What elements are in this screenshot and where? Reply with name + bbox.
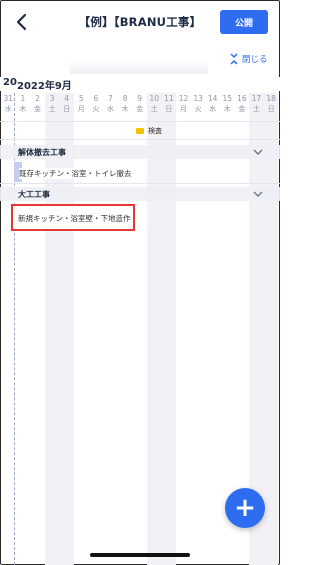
day-column-header: 1木 bbox=[16, 93, 31, 115]
day-column-header: 4日 bbox=[59, 93, 74, 115]
day-number: 4 bbox=[64, 94, 70, 103]
publish-button[interactable]: 公開 bbox=[220, 10, 268, 34]
day-number: 9 bbox=[137, 94, 143, 103]
divider bbox=[0, 183, 280, 184]
weekday-label: 木 bbox=[19, 105, 27, 113]
day-number: 15 bbox=[222, 94, 233, 103]
weekday-label: 木 bbox=[121, 105, 129, 113]
section-label: 解体撤去工事 bbox=[18, 148, 66, 157]
day-number: 1 bbox=[20, 94, 26, 103]
weekend-column bbox=[44, 93, 60, 565]
day-column-header: 10 土 bbox=[147, 93, 162, 115]
weekend-column bbox=[59, 93, 74, 565]
section-header-demolition[interactable]: 解体撤去工事 bbox=[0, 145, 280, 159]
weekday-label: 土 bbox=[48, 105, 56, 113]
day-column-header: 3土 bbox=[45, 93, 60, 115]
page-title: 【例】【BRANU工事】 bbox=[78, 15, 202, 29]
day-column-header: 12 月 bbox=[176, 93, 191, 115]
weekday-label: 日 bbox=[267, 105, 275, 113]
section-header-carpentry[interactable]: 大工工事 bbox=[0, 187, 280, 201]
day-column-header: 6火 bbox=[89, 93, 104, 115]
day-column-header: 16 金 bbox=[235, 93, 250, 115]
day-header-row: 31 水 1 木 2 金 3 土 4 日 5 月 6 火 7 水 8 木 9 金 10 土 11 日 12 月 13 火 14 水 15 木 1… bbox=[0, 93, 280, 121]
weekday-label: 水 bbox=[209, 105, 217, 113]
task-label[interactable]: 既存キッチン・浴室・トイレ撤去 bbox=[19, 168, 132, 179]
day-column-header: 18 日 bbox=[264, 93, 279, 115]
day-number: 8 bbox=[122, 94, 128, 103]
day-column-header: 15 木 bbox=[220, 93, 235, 115]
day-number: 7 bbox=[108, 94, 113, 103]
day-number: 2 bbox=[35, 94, 40, 103]
collapse-label: 閉じる bbox=[242, 55, 268, 65]
day-number: 11 bbox=[164, 94, 174, 103]
weekday-label: 月 bbox=[179, 105, 187, 113]
day-number: 12 bbox=[178, 94, 189, 103]
weekday-label: 火 bbox=[194, 105, 202, 113]
collapse-button[interactable]: 閉じる bbox=[229, 51, 268, 67]
add-fab-button[interactable]: + bbox=[225, 488, 265, 528]
back-arrow-icon[interactable] bbox=[14, 12, 30, 32]
day-column-header: 11 日 bbox=[162, 93, 177, 115]
weekday-label: 金 bbox=[238, 105, 246, 113]
header-shadow bbox=[70, 60, 208, 74]
day-number: 10 bbox=[149, 94, 160, 103]
milestone[interactable]: 検査 bbox=[136, 126, 162, 136]
milestone-label: 検査 bbox=[148, 127, 162, 135]
highlighted-task[interactable]: 新規キッチン・浴室壁・下地造作 bbox=[11, 204, 135, 231]
month-header: 20 2022年9月 bbox=[0, 77, 280, 92]
weekday-label: 月 bbox=[77, 105, 85, 113]
weekday-label: 水 bbox=[106, 105, 114, 113]
weekend-column bbox=[263, 93, 279, 565]
task-label: 新規キッチン・浴室壁・下地造作 bbox=[18, 214, 131, 223]
day-column-header: 9金 bbox=[132, 93, 147, 115]
day-column-header: 5月 bbox=[74, 93, 89, 115]
weekend-column bbox=[147, 93, 162, 565]
weekday-label: 木 bbox=[223, 105, 231, 113]
day-column-header: 17 土 bbox=[249, 93, 264, 115]
day-number: 16 bbox=[237, 94, 247, 103]
day-number: 18 bbox=[266, 94, 276, 103]
day-column-header: 8木 bbox=[118, 93, 133, 115]
home-indicator bbox=[90, 553, 190, 557]
section-label: 大工工事 bbox=[18, 190, 50, 199]
weekday-label: 日 bbox=[165, 105, 173, 113]
day-column-header: 13 火 bbox=[191, 93, 206, 115]
day-column-header: 7水 bbox=[103, 93, 118, 115]
prev-month-label: 20 bbox=[3, 77, 17, 88]
weekday-label: 日 bbox=[63, 105, 71, 113]
divider bbox=[0, 121, 280, 122]
day-number: 13 bbox=[193, 94, 203, 103]
month-label: 2022年9月 bbox=[17, 81, 72, 92]
weekday-label: 金 bbox=[136, 105, 144, 113]
day-column-header: 2金 bbox=[30, 93, 45, 115]
chevron-down-icon[interactable] bbox=[252, 189, 264, 199]
day-number: 14 bbox=[207, 94, 218, 103]
day-number: 17 bbox=[251, 94, 262, 103]
weekday-label: 土 bbox=[252, 105, 260, 113]
weekend-column bbox=[161, 93, 177, 565]
day-number: 3 bbox=[49, 94, 55, 103]
collapse-icon bbox=[230, 53, 238, 65]
day-column-header: 14 水 bbox=[205, 93, 220, 115]
weekday-label: 火 bbox=[92, 105, 100, 113]
weekday-label: 土 bbox=[150, 105, 158, 113]
divider bbox=[0, 139, 280, 140]
weekday-label: 金 bbox=[33, 105, 41, 113]
chevron-down-icon[interactable] bbox=[252, 147, 264, 157]
day-number: 5 bbox=[78, 94, 84, 103]
day-number: 6 bbox=[93, 94, 99, 103]
milestone-flag-icon bbox=[136, 128, 144, 134]
